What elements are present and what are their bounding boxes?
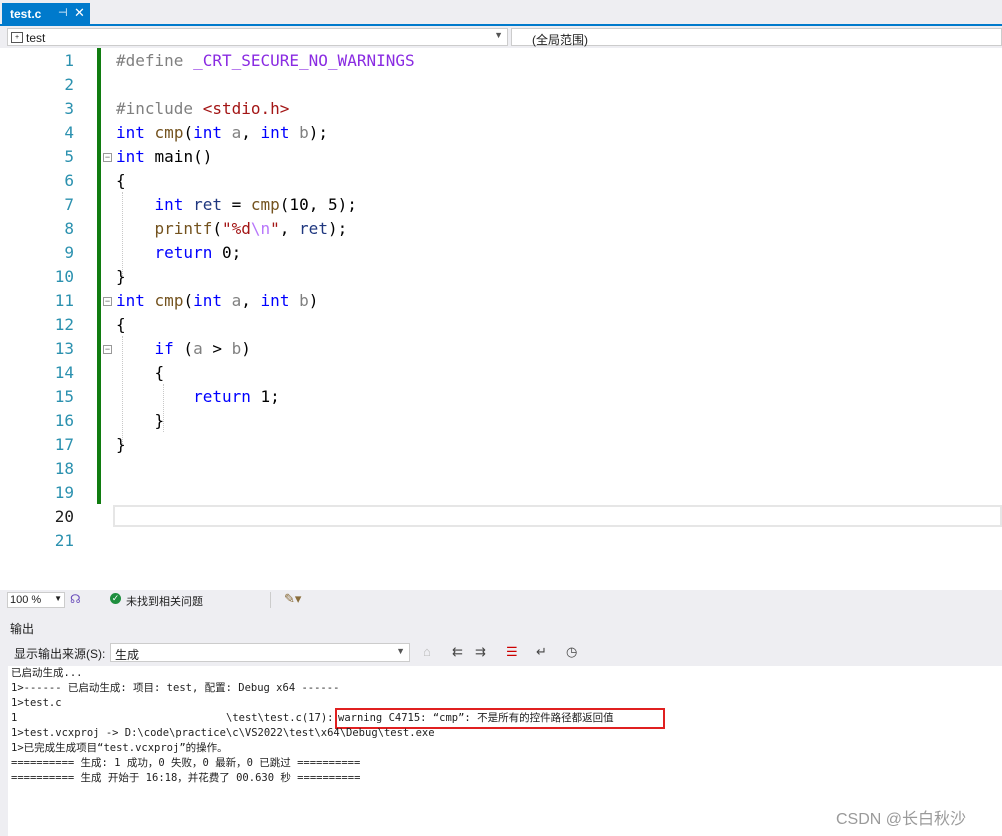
code-line-16: }	[116, 411, 165, 430]
line-number: 13	[54, 339, 74, 358]
clear-all-icon[interactable]: ☰	[506, 644, 518, 660]
code-line-13: if (a > b)	[154, 339, 251, 358]
watermark: CSDN @长白秋沙	[836, 811, 967, 828]
code-line-11: int cmp(int a, int b)	[116, 291, 319, 310]
divider	[270, 592, 271, 608]
global-scope-dropdown[interactable]: (全局范围)	[511, 28, 1002, 47]
code-line-6: {	[116, 171, 126, 190]
clock-icon[interactable]: ◷	[566, 644, 577, 660]
chevron-down-icon: ▼	[54, 594, 62, 603]
document-tab-bar: test.c ⊣ ✕	[0, 0, 1002, 26]
code-line-1: #define _CRT_SECURE_NO_WARNINGS	[116, 51, 415, 70]
navigation-bar: + test ▼ (全局范围)	[0, 26, 1002, 48]
output-line: 1>------ 已启动生成: 项目: test, 配置: Debug x64 …	[11, 682, 340, 694]
next-message-icon[interactable]: ⇉	[475, 644, 486, 660]
close-icon[interactable]: ✕	[74, 5, 85, 21]
check-circle-icon: ✓	[110, 593, 121, 604]
line-number: 12	[54, 315, 74, 334]
output-line: 1>test.vcxproj -> D:\code\practice\c\VS2…	[11, 727, 435, 739]
code-line-8: printf("%d\n", ret);	[154, 219, 348, 238]
output-line: ========== 生成 开始于 16:18，并花费了 00.630 秒 ==…	[11, 772, 361, 784]
line-number: 7	[64, 195, 74, 214]
line-number: 5	[64, 147, 74, 166]
output-line: 1>test.c	[11, 697, 62, 709]
word-wrap-icon[interactable]: ↵	[536, 644, 547, 660]
chevron-down-icon: ▼	[494, 30, 503, 40]
line-number: 15	[54, 387, 74, 406]
collapse-cmp-icon[interactable]: −	[103, 297, 112, 306]
project-icon: +	[11, 32, 23, 43]
intellicode-icon[interactable]: ☊	[70, 592, 81, 606]
chevron-down-icon: ▼	[396, 646, 405, 656]
output-source-value: 生成	[115, 648, 140, 662]
line-number: 3	[64, 99, 74, 118]
prev-message-icon[interactable]: ⇇	[452, 644, 463, 660]
line-number: 17	[54, 435, 74, 454]
output-line: 1>已完成生成项目“test.vcxproj”的操作。	[11, 742, 228, 754]
pin-icon[interactable]: ⊣	[58, 6, 68, 19]
tab-test-c[interactable]: test.c ⊣ ✕	[2, 3, 90, 26]
collapse-if-icon[interactable]: −	[103, 345, 112, 354]
line-number: 1	[64, 51, 74, 70]
line-number: 14	[54, 363, 74, 382]
zoom-dropdown[interactable]: 100 % ▼	[7, 592, 65, 608]
line-number: 19	[54, 483, 74, 502]
line-number: 21	[54, 531, 74, 550]
line-number: 8	[64, 219, 74, 238]
line-number: 16	[54, 411, 74, 430]
current-line-number: 20	[54, 507, 74, 526]
output-line: 已启动生成...	[11, 667, 83, 679]
code-line-4: int cmp(int a, int b);	[116, 123, 328, 142]
output-source-label: 显示输出来源(S):	[14, 647, 106, 661]
project-scope-dropdown[interactable]: + test ▼	[7, 28, 508, 46]
line-number: 4	[64, 123, 74, 142]
output-line-path: \test\test.c(17):	[226, 712, 340, 724]
editor-status-bar: 100 % ▼ ☊ ✓ 未找到相关问题 ✎▾	[0, 590, 1002, 610]
change-tracking-bar	[97, 48, 101, 504]
issues-status[interactable]: 未找到相关问题	[126, 593, 203, 609]
code-line-3: #include <stdio.h>	[116, 99, 290, 118]
find-message-icon[interactable]: ⌂	[423, 644, 431, 659]
line-number: 9	[64, 243, 74, 262]
line-number: 18	[54, 459, 74, 478]
project-scope-value: test	[26, 31, 46, 45]
output-line: ========== 生成: 1 成功，0 失败，0 最新，0 已跳过 ====…	[11, 757, 361, 769]
global-scope-value: (全局范围)	[532, 33, 588, 47]
code-editor[interactable]: 1 2 3 4 5 6 7 8 9 10 11 12 13 14 15 16 1…	[0, 48, 1002, 590]
line-number: 11	[54, 291, 74, 310]
line-number: 6	[64, 171, 74, 190]
line-number: 10	[54, 267, 74, 286]
code-cleanup-icon[interactable]: ✎▾	[284, 591, 301, 607]
code-line-9: return 0;	[154, 243, 242, 262]
code-line-5: int main()	[116, 147, 213, 166]
code-line-7: int ret = cmp(10, 5);	[154, 195, 357, 214]
code-line-17: }	[116, 435, 126, 454]
line-number-gutter: 1 2 3 4 5 6 7 8 9 10 11 12 13 14 15 16 1…	[0, 48, 80, 590]
current-line-highlight	[113, 505, 1002, 527]
code-line-10: }	[116, 267, 126, 286]
code-line-15: return 1;	[193, 387, 280, 406]
output-panel-title: 输出	[10, 622, 35, 636]
code-line-14: {	[116, 363, 165, 382]
output-line-prefix: 1	[11, 712, 18, 724]
collapse-main-icon[interactable]: −	[103, 153, 112, 162]
output-source-select[interactable]: 生成 ▼	[110, 643, 410, 662]
code-line-12: {	[116, 315, 126, 334]
line-number: 2	[64, 75, 74, 94]
zoom-value: 100 %	[10, 594, 42, 606]
tab-title: test.c	[10, 7, 42, 21]
